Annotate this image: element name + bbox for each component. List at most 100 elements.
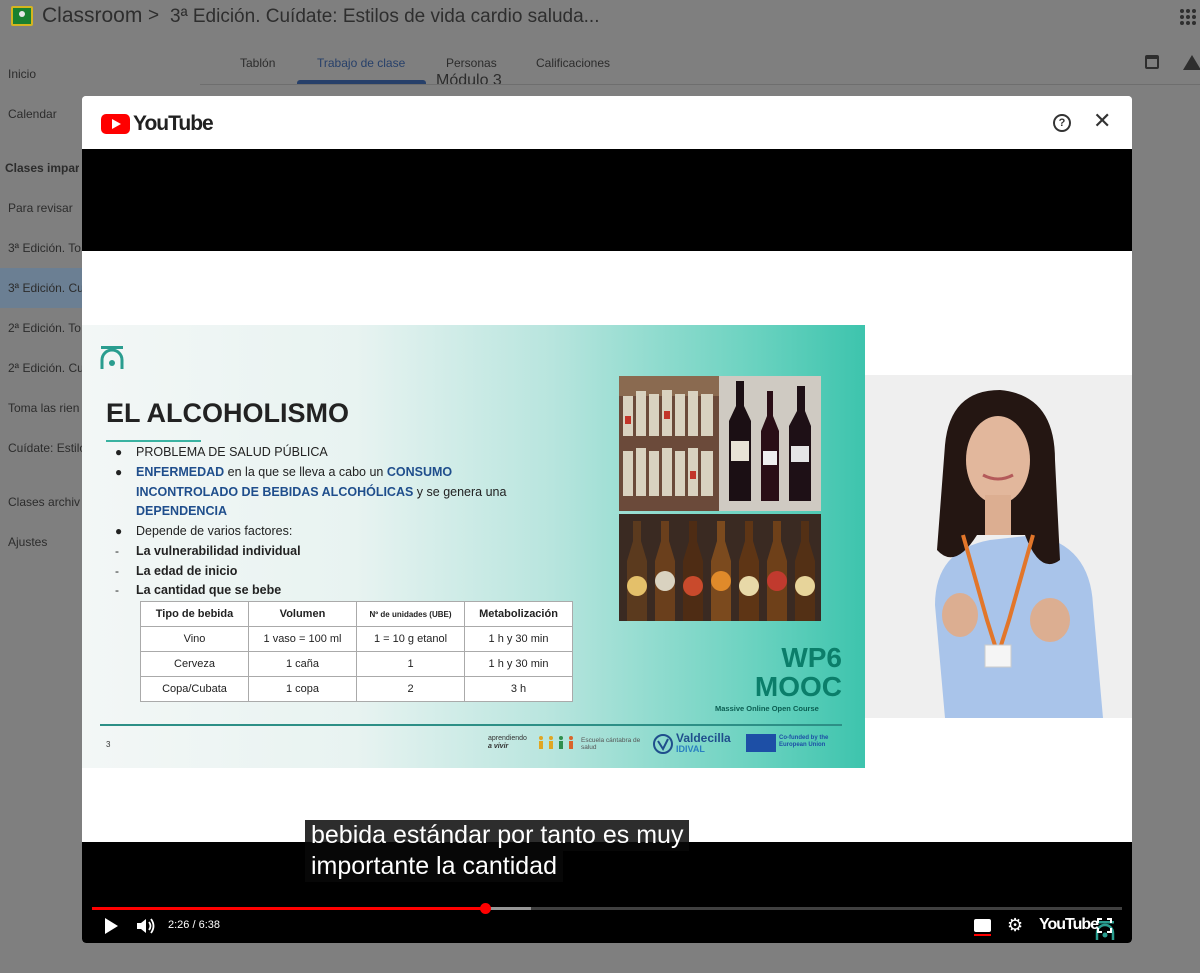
table-row: Vino 1 vaso = 100 ml 1 = 10 g etanol 1 h… xyxy=(140,626,573,652)
apps-grid-icon[interactable] xyxy=(1180,9,1196,25)
alcohol-bottles-photo xyxy=(619,376,821,621)
bullet-dot: ● xyxy=(115,524,123,538)
table-row: Cerveza 1 caña 1 1 h y 30 min xyxy=(140,651,573,677)
settings-gear-icon[interactable]: ⚙ xyxy=(1007,916,1023,934)
table-cell: 2 xyxy=(356,676,465,702)
subtitles-icon[interactable] xyxy=(974,919,991,936)
sidebar-item-class[interactable]: 2ª Edición. To xyxy=(8,321,82,335)
sidebar-item-class[interactable]: Toma las rien xyxy=(8,401,82,415)
letterbox-top xyxy=(82,149,1132,251)
bullet-dot: ● xyxy=(115,465,123,479)
logo-text: a vivir xyxy=(488,743,509,750)
bullet-dot: ● xyxy=(115,445,123,459)
wp6-line1: WP6 xyxy=(781,642,842,673)
caption-line: bebida estándar por tanto es muy xyxy=(305,820,690,851)
help-icon[interactable]: ? xyxy=(1053,114,1071,132)
modal-header: YouTube ? ✕ xyxy=(82,96,1132,149)
factor-2: La edad de inicio xyxy=(136,564,237,578)
breadcrumb-course-title[interactable]: 3ª Edición. Cuídate: Estilos de vida car… xyxy=(170,6,600,28)
eu-flag-icon xyxy=(746,734,776,752)
calendar-icon[interactable] xyxy=(1145,55,1159,69)
tab-calificaciones[interactable]: Calificaciones xyxy=(536,56,610,70)
table-header: Tipo de bebida xyxy=(140,601,249,627)
classroom-logo-icon[interactable] xyxy=(11,6,33,26)
sidebar-item-class-active[interactable]: 3ª Edición. Cu xyxy=(8,281,82,295)
presenter-video xyxy=(865,375,1132,718)
classroom-topbar: Classroom > 3ª Edición. Cuídate: Estilos… xyxy=(0,0,1200,34)
dash-marker: - xyxy=(115,544,119,558)
fullscreen-icon[interactable] xyxy=(1097,918,1112,933)
captions-overlay: bebida estándar por tanto es muy importa… xyxy=(305,820,690,882)
table-cell: 1 copa xyxy=(248,676,357,702)
bullet-2-emphasis: ENFERMEDAD xyxy=(136,465,225,479)
table-cell: 1 caña xyxy=(248,651,357,677)
app-name[interactable]: Classroom xyxy=(42,4,142,28)
breadcrumb-chevron-icon: > xyxy=(148,5,160,26)
table-cell: 1 vaso = 100 ml xyxy=(248,626,357,652)
table-cell: Copa/Cubata xyxy=(140,676,249,702)
valdecilla-logo: Valdecilla IDIVAL xyxy=(676,731,731,755)
table-cell: 1 h y 30 min xyxy=(464,651,573,677)
dash-marker: - xyxy=(115,583,119,597)
tab-trabajo-de-clase[interactable]: Trabajo de clase xyxy=(317,56,405,70)
sidebar-item-calendar[interactable]: Calendar xyxy=(8,107,82,121)
youtube-wordmark: YouTube xyxy=(133,112,214,135)
tab-tablon[interactable]: Tablón xyxy=(240,56,275,70)
table-cell: Cerveza xyxy=(140,651,249,677)
sidebar-section-heading[interactable]: Clases impart xyxy=(5,161,79,175)
bullet-2-emphasis: CONSUMO xyxy=(386,465,453,479)
slide-footer-rule xyxy=(100,724,842,726)
bullet-1: PROBLEMA DE SALUD PÚBLICA xyxy=(136,445,328,459)
caption-line: importante la cantidad xyxy=(305,851,563,882)
people-figures-icon xyxy=(539,736,573,749)
drive-icon[interactable] xyxy=(1183,55,1200,70)
valdecilla-emblem-icon xyxy=(653,734,673,754)
table-cell: 1 h y 30 min xyxy=(464,626,573,652)
wp6-mooc-logo: WP6 MOOC xyxy=(732,643,842,701)
bullet-2-line3: DEPENDENCIA xyxy=(136,504,227,518)
bullet-2-line1: ENFERMEDAD en la que se lleva a cabo un … xyxy=(136,465,452,479)
factor-3-text: La cantidad que se bebe xyxy=(136,583,282,597)
youtube-logo[interactable]: YouTube xyxy=(101,112,214,136)
sidebar-item-archived[interactable]: Clases archiv xyxy=(8,495,82,509)
sidebar-item-settings[interactable]: Ajustes xyxy=(8,535,82,549)
factor-1-text: La vulnerabilidad individual xyxy=(136,544,301,558)
close-icon[interactable]: ✕ xyxy=(1093,109,1111,133)
table-header: Nº de unidades (UBE) xyxy=(356,601,465,627)
institution-logo-icon xyxy=(100,346,124,369)
dash-marker: - xyxy=(115,564,119,578)
sidebar-item-para-revisar[interactable]: Para revisar xyxy=(8,201,82,215)
youtube-watch-on-link[interactable]: YouTube xyxy=(1039,916,1099,934)
active-tab-indicator xyxy=(297,80,426,84)
play-icon[interactable] xyxy=(105,918,118,934)
presentation-slide: EL ALCOHOLISMO ● PROBLEMA DE SALUD PÚBLI… xyxy=(82,325,865,768)
time-display: 2:26 / 6:38 xyxy=(168,919,220,931)
sidebar-item-class[interactable]: Cuídate: Estilo xyxy=(8,441,82,455)
logo-text: aprendiendo xyxy=(488,735,527,742)
volume-icon[interactable] xyxy=(136,917,156,935)
tab-personas[interactable]: Personas xyxy=(446,56,497,70)
video-player[interactable]: EL ALCOHOLISMO ● PROBLEMA DE SALUD PÚBLI… xyxy=(82,149,1132,943)
table-cell: Vino xyxy=(140,626,249,652)
escuela-cantabra-logo: Escuela cántabra de salud xyxy=(581,737,641,751)
bullet-2-emphasis: DEPENDENCIA xyxy=(136,504,227,518)
table-cell: 3 h xyxy=(464,676,573,702)
bullet-2-line2: INCONTROLADO DE BEBIDAS ALCOHÓLICAS y se… xyxy=(136,485,506,499)
logo-text: Valdecilla xyxy=(676,731,731,745)
drinks-table: Tipo de bebida Volumen Nº de unidades (U… xyxy=(140,601,573,702)
module-heading: Módulo 3 xyxy=(436,72,502,84)
youtube-play-logo-icon xyxy=(101,114,130,134)
sidebar-item-class[interactable]: 2ª Edición. Cu xyxy=(8,361,82,375)
wp6-subtitle: Massive Online Open Course xyxy=(715,704,819,713)
table-header: Metabolización xyxy=(464,601,573,627)
slide-title: EL ALCOHOLISMO xyxy=(106,398,349,428)
youtube-modal: YouTube ? ✕ EL ALCOHOLISMO ● PROBLEMA DE… xyxy=(82,96,1132,943)
table-cell: 1 = 10 g etanol xyxy=(356,626,465,652)
title-underline xyxy=(106,440,201,442)
sidebar-item-class[interactable]: 3ª Edición. To xyxy=(8,241,82,255)
bullet-2-emphasis: INCONTROLADO DE BEBIDAS ALCOHÓLICAS xyxy=(136,485,414,499)
bullet-2-text: y se genera una xyxy=(413,485,507,499)
table-header: Volumen xyxy=(248,601,357,627)
slide-page-number: 3 xyxy=(106,740,111,749)
sidebar-item-inicio[interactable]: Inicio xyxy=(8,67,82,81)
